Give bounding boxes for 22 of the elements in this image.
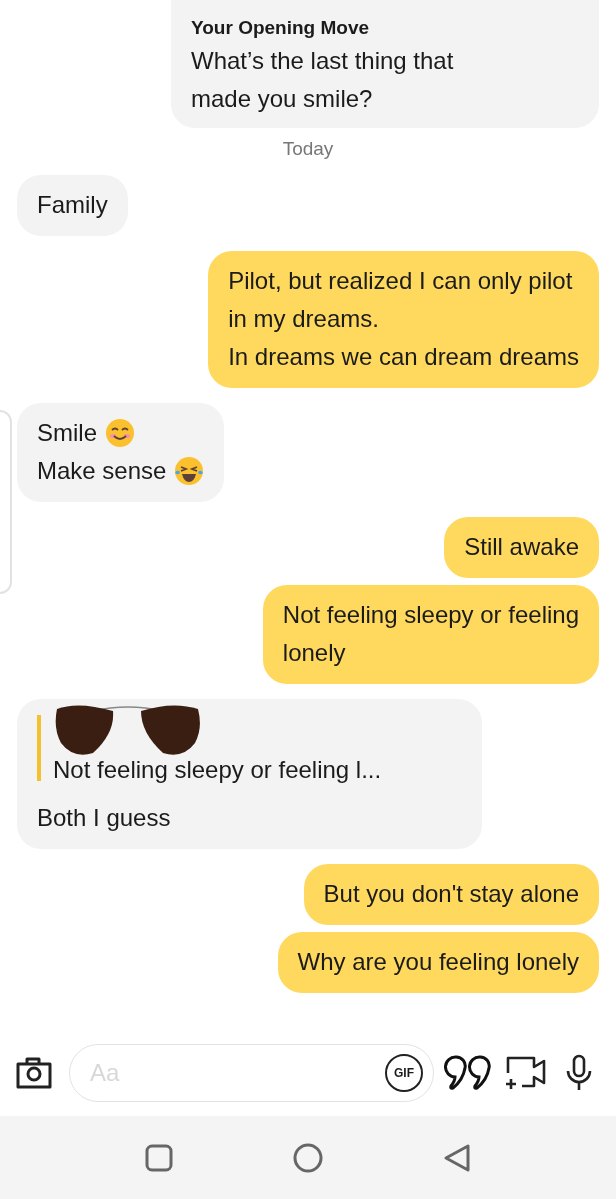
message-bubble: Not feeling sleepy or feeling lonely xyxy=(262,585,599,684)
back-icon[interactable] xyxy=(442,1142,472,1173)
message-text: Make sense xyxy=(37,456,167,486)
quoted-message: Not feeling sleepy or feeling l... xyxy=(53,755,382,785)
laughing-face-icon xyxy=(174,456,205,486)
message-bubble: Family xyxy=(17,175,128,236)
date-divider: Today xyxy=(281,138,335,160)
quote-icon[interactable] xyxy=(444,1055,492,1091)
message-bubble: But you don't stay alone xyxy=(303,864,599,925)
camera-icon[interactable] xyxy=(15,1056,53,1090)
message-text: Smile xyxy=(37,418,97,448)
recent-apps-icon[interactable] xyxy=(144,1142,174,1173)
microphone-icon[interactable] xyxy=(564,1054,594,1092)
smiling-face-icon xyxy=(105,418,135,448)
message-bubble: Why are you feeling lonely xyxy=(277,932,599,993)
message-bubble: Pilot, but realized I can only pilot in my dreams. In dreams we can dream dreams xyxy=(208,251,599,388)
opening-move-question: What’s the last thing that made you smile? xyxy=(191,46,455,114)
gif-button[interactable]: GIF xyxy=(385,1054,423,1092)
opening-move-label: Your Opening Move xyxy=(191,16,371,40)
message-text: Both I guess xyxy=(37,803,172,833)
message-bubble: Still awake xyxy=(444,517,599,578)
home-icon[interactable] xyxy=(293,1142,323,1173)
